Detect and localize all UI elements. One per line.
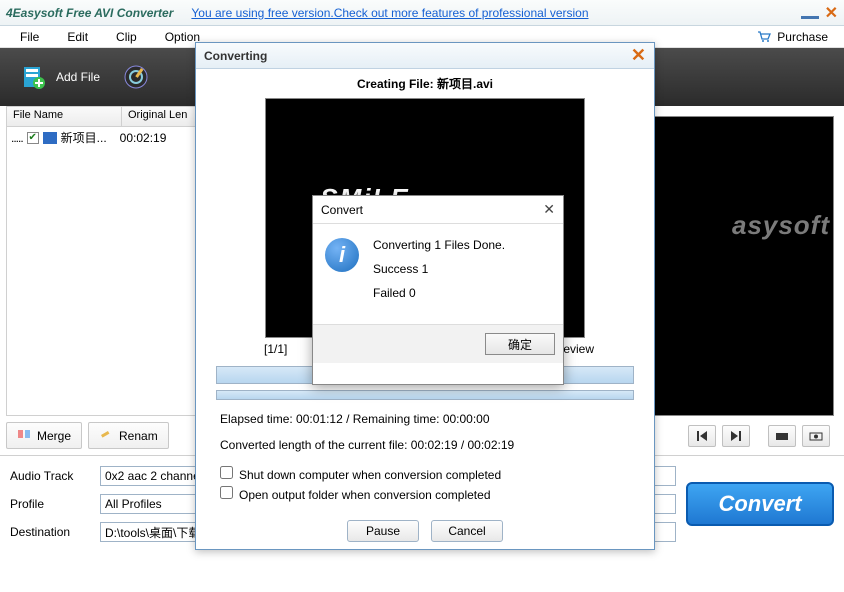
pause-button[interactable]: Pause [347,520,419,542]
window-titlebar: 4Easysoft Free AVI Converter You are usi… [0,0,844,26]
cancel-button[interactable]: Cancel [431,520,503,542]
player-snapshot-button[interactable] [768,425,796,447]
promo-link[interactable]: You are using free version.Check out mor… [191,6,588,20]
convert-button[interactable]: Convert [686,482,834,526]
merge-label: Merge [37,429,71,443]
pencil-icon [99,427,113,444]
convert-done-messagebox: Convert ✕ i Converting 1 Files Done. Suc… [312,195,564,385]
add-file-icon [20,63,48,91]
menu-edit[interactable]: Edit [53,28,102,46]
player-camera-button[interactable] [802,425,830,447]
rename-label: Renam [119,429,158,443]
player-next-button[interactable] [722,425,750,447]
add-file-button[interactable]: Add File [10,59,110,95]
destination-label: Destination [10,525,90,539]
app-title: 4Easysoft Free AVI Converter [6,6,173,20]
time-info: Elapsed time: 00:01:12 / Remaining time:… [196,406,654,432]
col-orig-len[interactable]: Original Len [122,107,205,126]
shutdown-checkbox[interactable] [220,466,233,479]
promo-link-wrapper: You are using free version.Check out mor… [191,6,588,20]
player-prev-button[interactable] [688,425,716,447]
audio-track-label: Audio Track [10,469,90,483]
menu-file[interactable]: File [6,28,53,46]
openfolder-checkbox[interactable] [220,486,233,499]
elapsed-time: 00:01:12 [296,412,343,426]
watermark-text: asysoft [732,210,830,241]
video-file-icon [43,132,57,144]
row-handle-icon: ..... [11,131,23,145]
length-info: Converted length of the current file: 00… [196,432,654,458]
cart-icon [757,31,771,43]
info-icon: i [325,238,359,272]
merge-icon [17,427,31,444]
menu-clip[interactable]: Clip [102,28,151,46]
col-filename[interactable]: File Name [7,107,122,126]
window-close-button[interactable]: ✕ [825,3,838,23]
add-file-label: Add File [56,70,100,84]
messagebox-title: Convert [321,203,363,217]
converted-pos: 00:02:19 [411,438,458,452]
menu-purchase[interactable]: Purchase [777,30,828,44]
row-filename: 新项目... [61,129,116,146]
merge-button[interactable]: Merge [6,422,82,449]
preview-mode-label: review [559,342,594,356]
dialog-title: Converting [204,49,267,63]
openfolder-checkbox-label[interactable]: Open output folder when conversion compl… [220,484,630,504]
messagebox-close-button[interactable]: ✕ [543,201,555,218]
rename-button[interactable]: Renam [88,422,169,449]
list-item[interactable]: ..... ✔ 新项目... 00:02:19 [7,127,205,148]
edit-tool-icon[interactable] [122,63,150,91]
profile-label: Profile [10,497,90,511]
remaining-time: 00:00:00 [443,412,490,426]
shutdown-checkbox-label[interactable]: Shut down computer when conversion compl… [220,464,630,484]
dialog-close-button[interactable]: ✕ [631,45,646,66]
total-progress-bar [216,390,634,400]
file-list: File Name Original Len ..... ✔ 新项目... 00… [6,106,206,416]
row-length: 00:02:19 [120,131,167,145]
messagebox-ok-button[interactable]: 确定 [485,333,555,355]
messagebox-text: Converting 1 Files Done. Success 1 Faile… [373,238,505,310]
window-minimize-button[interactable] [801,3,819,19]
creating-file-label: Creating File: 新项目.avi [196,69,654,98]
row-checkbox[interactable]: ✔ [27,132,39,144]
